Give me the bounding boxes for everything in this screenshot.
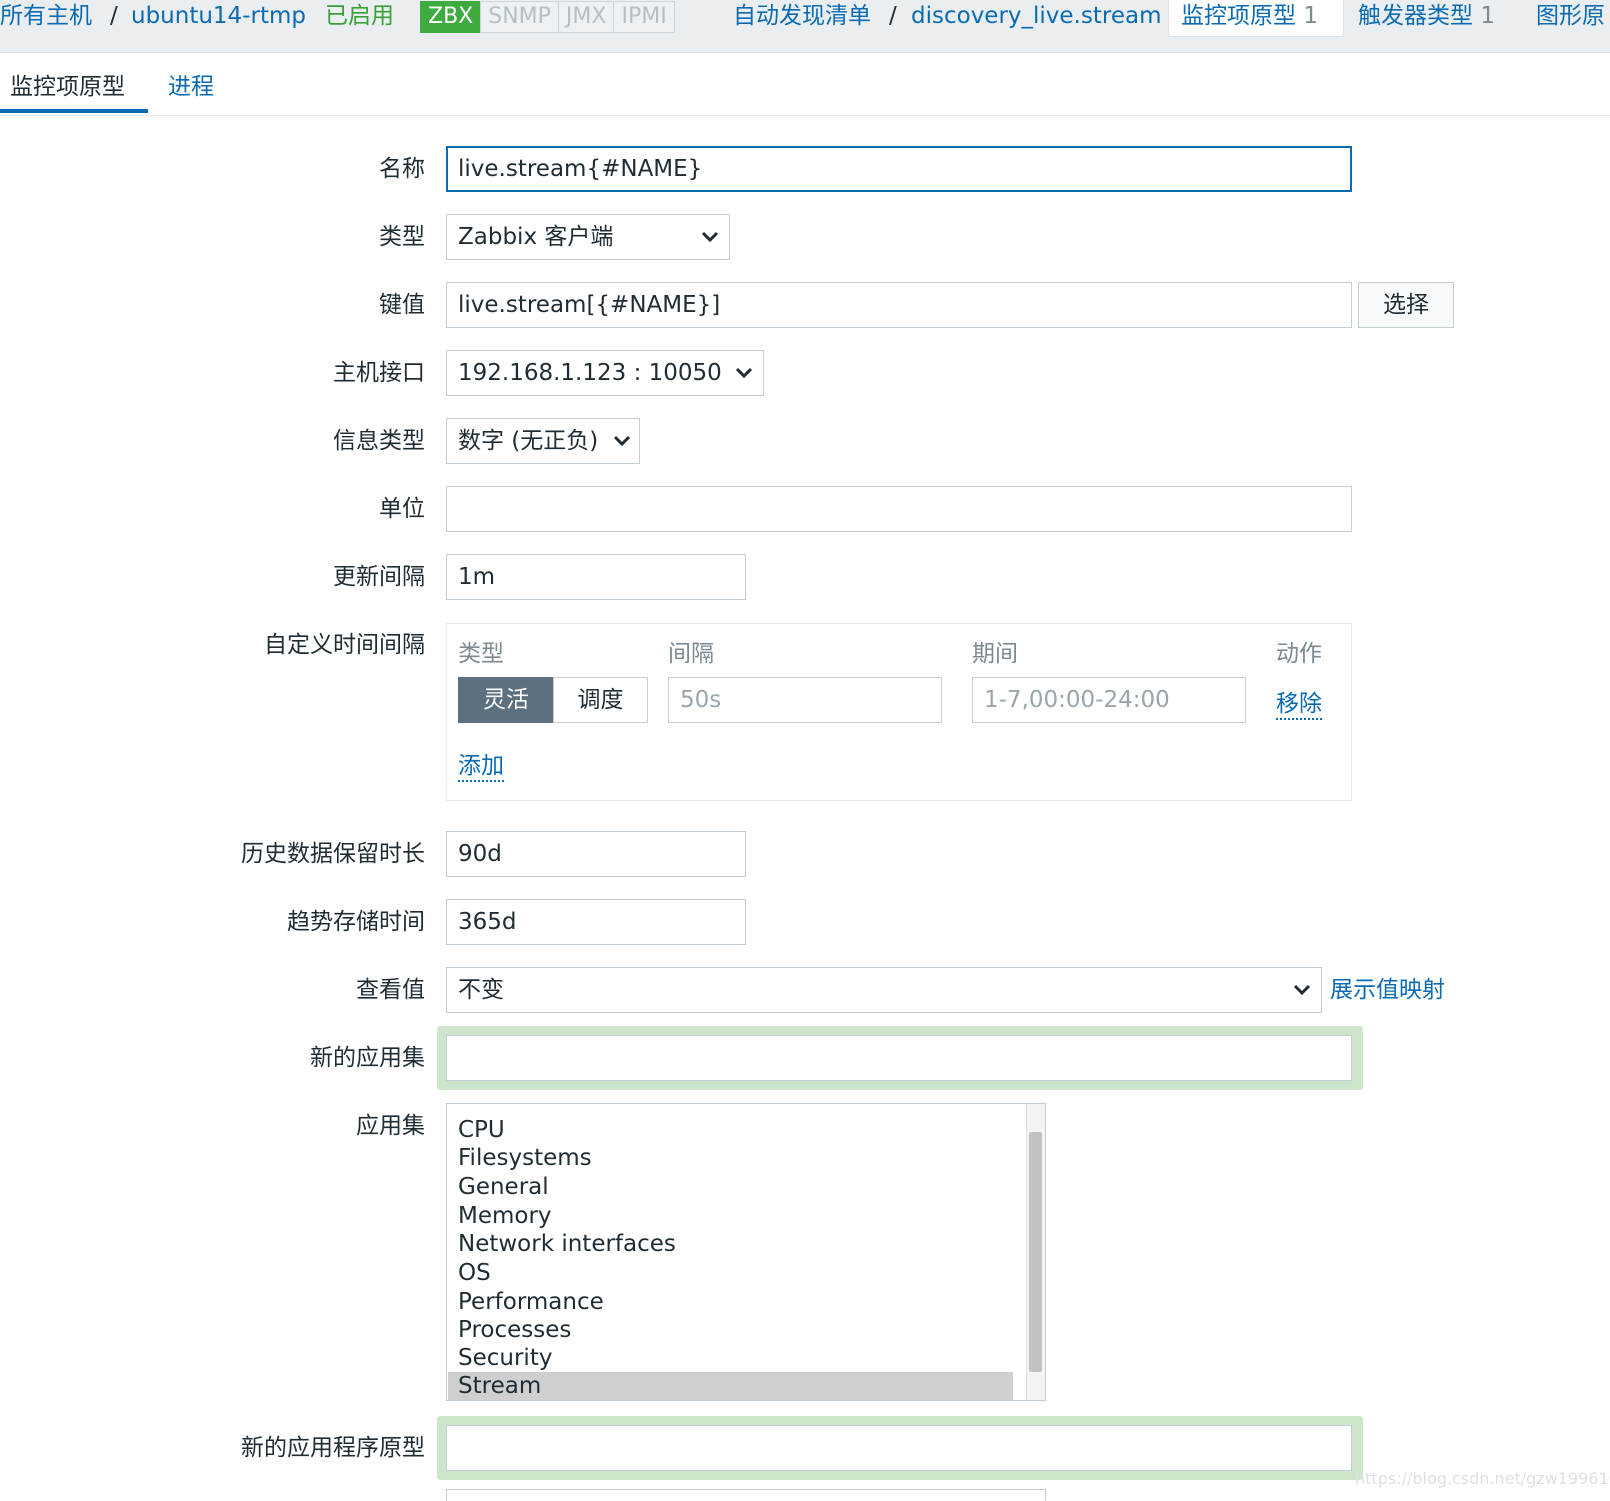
trends-label: 趋势存储时间 <box>287 909 425 935</box>
list-item[interactable]: Filesystems <box>458 1144 592 1172</box>
flexible-toggle[interactable]: 灵活 <box>458 677 554 723</box>
valuemap-select-value: 不变 <box>458 977 504 1003</box>
breadcrumb-all-hosts[interactable]: 所有主机 <box>0 0 92 32</box>
item-prototypes-label: 监控项原型 <box>1181 3 1296 29</box>
list-item[interactable]: Network interfaces <box>458 1230 676 1258</box>
col-interval-header: 间隔 <box>668 641 714 667</box>
new-application-label: 新的应用集 <box>310 1045 425 1071</box>
new-application-input[interactable] <box>446 1035 1352 1081</box>
chevron-down-icon <box>735 367 753 379</box>
interface-select[interactable]: 192.168.1.123 : 10050 <box>446 350 764 396</box>
applications-label: 应用集 <box>356 1113 425 1139</box>
chevron-down-icon <box>1293 984 1311 996</box>
valuemap-label: 查看值 <box>356 977 425 1003</box>
tab-trigger-prototypes[interactable]: 触发器类型 1 <box>1358 0 1495 32</box>
tab-graph-prototypes[interactable]: 图形原 <box>1536 0 1605 32</box>
form-tabs: 监控项原型 进程 <box>0 53 1610 116</box>
name-label: 名称 <box>379 156 425 182</box>
watermark: https://blog.csdn.net/gzw19961018 <box>1355 1469 1610 1488</box>
item-prototypes-count: 1 <box>1303 3 1318 29</box>
tab-item-prototype[interactable]: 监控项原型 <box>10 67 125 101</box>
col-action-header: 动作 <box>1276 641 1322 667</box>
breadcrumb-discovery-rule[interactable]: discovery_live.stream <box>911 0 1161 32</box>
key-input[interactable]: live.stream[{#NAME}] <box>446 282 1352 328</box>
trends-input[interactable]: 365d <box>446 899 746 945</box>
update-interval-label: 更新间隔 <box>333 564 425 590</box>
list-item[interactable]: General <box>458 1173 549 1201</box>
ipmi-badge: IPMI <box>613 1 675 33</box>
valuemap-select[interactable]: 不变 <box>446 967 1322 1013</box>
trigger-prototypes-label: 触发器类型 <box>1358 3 1473 29</box>
interface-select-value: 192.168.1.123 : 10050 <box>458 360 722 386</box>
breadcrumb-host[interactable]: ubuntu14-rtmp <box>131 0 306 32</box>
add-interval-link[interactable]: 添加 <box>458 746 504 782</box>
host-status[interactable]: 已启用 <box>325 0 394 32</box>
list-item[interactable]: Security <box>458 1344 552 1372</box>
name-input[interactable]: live.stream{#NAME} <box>446 146 1352 192</box>
interface-label: 主机接口 <box>333 360 425 386</box>
list-item[interactable]: Processes <box>458 1316 571 1344</box>
applications-listbox[interactable]: CPU Filesystems General Memory Network i… <box>446 1103 1046 1401</box>
list-item[interactable]: Performance <box>458 1288 604 1316</box>
info-type-select[interactable]: 数字 (无正负) <box>446 418 640 464</box>
breadcrumb-separator: / <box>889 3 897 29</box>
scheduling-toggle[interactable]: 调度 <box>553 677 648 723</box>
zbx-badge: ZBX <box>420 1 482 33</box>
custom-intervals-label: 自定义时间间隔 <box>264 632 425 658</box>
list-item[interactable]: Memory <box>458 1202 552 1230</box>
scrollbar[interactable] <box>1026 1104 1045 1400</box>
type-select-value: Zabbix 客户端 <box>458 224 614 250</box>
new-app-prototype-input[interactable] <box>446 1425 1352 1471</box>
history-label: 历史数据保留时长 <box>241 841 425 867</box>
type-select[interactable]: Zabbix 客户端 <box>446 214 730 260</box>
availability-badges: ZBX SNMP JMX IPMI <box>420 1 675 33</box>
new-app-prototype-label: 新的应用程序原型 <box>241 1435 425 1461</box>
units-input[interactable] <box>446 486 1352 532</box>
key-label: 键值 <box>379 292 425 318</box>
update-interval-input[interactable]: 1m <box>446 554 746 600</box>
units-label: 单位 <box>379 496 425 522</box>
breadcrumb-separator: / <box>110 3 118 29</box>
jmx-badge: JMX <box>557 1 615 33</box>
period-input[interactable]: 1-7,00:00-24:00 <box>972 677 1246 723</box>
tab-item-prototypes[interactable]: 监控项原型 1 <box>1168 0 1344 37</box>
interval-input[interactable]: 50s <box>668 677 942 723</box>
tab-preprocessing[interactable]: 进程 <box>168 67 214 101</box>
col-type-header: 类型 <box>458 641 504 667</box>
type-label: 类型 <box>379 224 425 250</box>
scrollbar-thumb[interactable] <box>1029 1132 1042 1372</box>
history-input[interactable]: 90d <box>446 831 746 877</box>
trigger-prototypes-count: 1 <box>1480 3 1495 29</box>
chevron-down-icon <box>701 231 719 243</box>
info-type-select-value: 数字 (无正负) <box>458 428 599 454</box>
snmp-badge: SNMP <box>480 1 559 33</box>
chevron-down-icon <box>613 435 631 447</box>
list-item[interactable]: CPU <box>458 1116 505 1144</box>
list-item-selected[interactable]: Stream <box>448 1372 1013 1400</box>
breadcrumb-discovery-list[interactable]: 自动发现清单 <box>733 0 871 32</box>
col-period-header: 期间 <box>972 641 1018 667</box>
info-type-label: 信息类型 <box>333 428 425 454</box>
header-nav: 所有主机 / ubuntu14-rtmp 已启用 ZBX SNMP JMX IP… <box>0 0 1610 53</box>
app-prototypes-listbox[interactable] <box>446 1489 1046 1501</box>
active-tab-indicator <box>0 109 148 113</box>
list-item[interactable]: OS <box>458 1259 491 1287</box>
remove-interval-link[interactable]: 移除 <box>1276 684 1322 720</box>
key-select-button[interactable]: 选择 <box>1358 282 1454 328</box>
show-value-mappings-link[interactable]: 展示值映射 <box>1330 967 1445 1013</box>
